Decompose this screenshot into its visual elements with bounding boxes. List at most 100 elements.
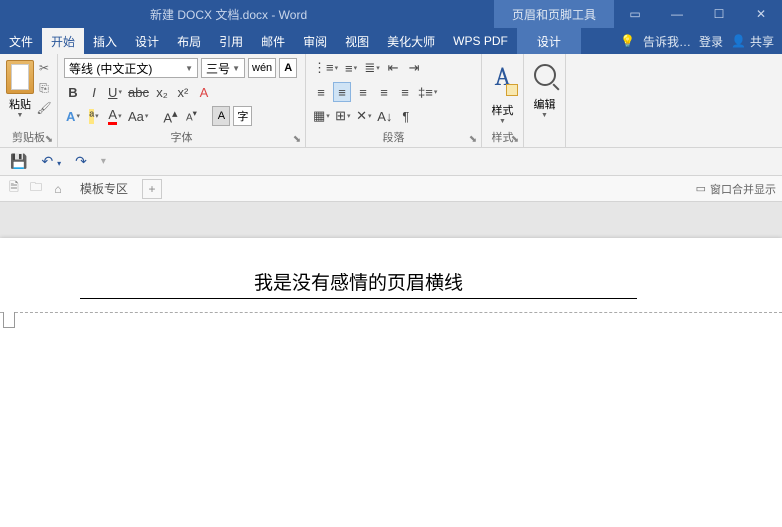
- justify-button[interactable]: ≡: [375, 82, 393, 102]
- header-boundary-line: [0, 312, 782, 313]
- document-canvas: 我是没有感情的页眉横线: [0, 202, 782, 527]
- format-painter-icon[interactable]: 🖌: [36, 100, 52, 116]
- paste-label: 粘贴: [9, 96, 31, 112]
- tell-me-label[interactable]: 告诉我…: [643, 33, 691, 50]
- clipboard-icon: [6, 60, 34, 94]
- undo-icon[interactable]: ↶ ▾: [41, 153, 61, 170]
- subscript-button[interactable]: x₂: [153, 82, 171, 102]
- align-right-button[interactable]: ≡: [354, 82, 372, 102]
- header-text[interactable]: 我是没有感情的页眉横线: [80, 268, 637, 295]
- paste-button[interactable]: 粘贴 ▼: [6, 58, 34, 119]
- increase-indent-button[interactable]: ⇥: [405, 58, 423, 78]
- window-merge-label[interactable]: 窗口合并显示: [710, 181, 776, 197]
- align-center-button[interactable]: ≡: [333, 82, 351, 102]
- menu-beautify[interactable]: 美化大师: [378, 28, 444, 54]
- font-size-value: 三号: [206, 60, 230, 77]
- superscript-button[interactable]: x²: [174, 82, 192, 102]
- styles-icon[interactable]: A: [495, 62, 511, 100]
- share-label: 共享: [750, 33, 774, 50]
- edit-label: 编辑: [534, 96, 556, 112]
- contextual-tools-label: 页眉和页脚工具: [494, 0, 614, 28]
- grow-font-button[interactable]: A▴: [161, 106, 179, 126]
- page[interactable]: 我是没有感情的页眉横线: [0, 238, 782, 527]
- group-clipboard: 粘贴 ▼ ✂ ⎘ 🖌 剪贴板 ⬊: [0, 54, 58, 147]
- text-effects-button[interactable]: A▾: [64, 106, 82, 126]
- quick-access-toolbar: 💾 ↶ ▾ ↷ ▾: [0, 148, 782, 176]
- redo-icon[interactable]: ↷: [75, 153, 87, 170]
- change-case-button[interactable]: Aa▾: [127, 106, 149, 126]
- styles-label: 样式: [492, 102, 514, 118]
- tab-templates[interactable]: 模板专区: [72, 180, 136, 197]
- font-name-combo[interactable]: 等线 (中文正文)▼: [64, 58, 198, 78]
- header-area[interactable]: 我是没有感情的页眉横线: [80, 268, 637, 299]
- bold-button[interactable]: B: [64, 82, 82, 102]
- clipboard-launcher-icon[interactable]: ⬊: [43, 133, 55, 145]
- pinyin-button[interactable]: wén: [248, 58, 276, 78]
- copy-icon[interactable]: ⎘: [36, 80, 52, 96]
- new-tab-button[interactable]: +: [142, 179, 162, 199]
- paragraph-group-label: 段落: [306, 129, 481, 145]
- menu-review[interactable]: 审阅: [294, 28, 336, 54]
- qat-customize-icon[interactable]: ▾: [101, 156, 106, 167]
- group-styles: A 样式 ▼ 样式 ⬊: [482, 54, 524, 147]
- menu-references[interactable]: 引用: [210, 28, 252, 54]
- paragraph-launcher-icon[interactable]: ⬊: [467, 133, 479, 145]
- menu-file[interactable]: 文件: [0, 28, 42, 54]
- menu-mail[interactable]: 邮件: [252, 28, 294, 54]
- menu-layout[interactable]: 布局: [168, 28, 210, 54]
- window-merge-icon[interactable]: ▭: [696, 182, 706, 195]
- group-paragraph: ⋮≡▾ ≡▾ ≣▾ ⇤ ⇥ ≡ ≡ ≡ ≡ ≡ ‡≡▾ ▦▾ ⊞▾ ✕▾ A↓ …: [306, 54, 482, 147]
- shading-button[interactable]: ▦▾: [312, 106, 331, 126]
- char-shading-button[interactable]: A: [212, 106, 230, 126]
- share-icon: 👤: [731, 34, 746, 48]
- folder-icon[interactable]: 🗀: [28, 181, 44, 197]
- show-marks-button[interactable]: ¶: [397, 106, 415, 126]
- font-launcher-icon[interactable]: ⬊: [291, 133, 303, 145]
- menu-insert[interactable]: 插入: [84, 28, 126, 54]
- menu-view[interactable]: 视图: [336, 28, 378, 54]
- italic-button[interactable]: I: [85, 82, 103, 102]
- document-title: 新建 DOCX 文档.docx - Word: [150, 6, 307, 23]
- decrease-indent-button[interactable]: ⇤: [384, 58, 402, 78]
- line-spacing-button[interactable]: ‡≡▾: [417, 82, 438, 102]
- group-font: 等线 (中文正文)▼ 三号▼ wén A B I U▾ abc x₂ x² A …: [58, 54, 306, 147]
- title-bar: 新建 DOCX 文档.docx - Word 页眉和页脚工具 ▭ — ☐ ✕: [0, 0, 782, 28]
- align-left-button[interactable]: ≡: [312, 82, 330, 102]
- home-icon[interactable]: ⌂: [50, 181, 66, 197]
- maximize-icon[interactable]: ☐: [698, 0, 740, 28]
- bullets-button[interactable]: ⋮≡▾: [312, 58, 339, 78]
- strikethrough-button[interactable]: abc: [127, 82, 150, 102]
- login-button[interactable]: 登录: [699, 33, 723, 50]
- highlight-button[interactable]: ª▾: [85, 106, 103, 126]
- ribbon-display-icon[interactable]: ▭: [614, 0, 656, 28]
- header-boundary-tab[interactable]: [3, 312, 15, 328]
- clear-format-button[interactable]: A: [195, 82, 213, 102]
- share-button[interactable]: 👤 共享: [731, 33, 774, 50]
- menu-wpspdf[interactable]: WPS PDF: [444, 28, 517, 54]
- cut-icon[interactable]: ✂: [36, 60, 52, 76]
- menu-context-design[interactable]: 设计: [517, 28, 581, 54]
- shrink-font-button[interactable]: A▾: [182, 106, 200, 126]
- font-group-label: 字体: [58, 129, 305, 145]
- minimize-icon[interactable]: —: [656, 0, 698, 28]
- ribbon: 粘贴 ▼ ✂ ⎘ 🖌 剪贴板 ⬊ 等线 (中文正文)▼ 三号▼ wén A B …: [0, 54, 782, 148]
- font-size-combo[interactable]: 三号▼: [201, 58, 245, 78]
- distributed-button[interactable]: ≡: [396, 82, 414, 102]
- multilevel-button[interactable]: ≣▾: [363, 58, 381, 78]
- asian-layout-button[interactable]: ✕▾: [355, 106, 373, 126]
- character-border-button[interactable]: A: [279, 58, 297, 78]
- find-icon[interactable]: [534, 64, 556, 86]
- menu-design[interactable]: 设计: [126, 28, 168, 54]
- numbering-button[interactable]: ≡▾: [342, 58, 360, 78]
- styles-launcher-icon[interactable]: ⬊: [509, 133, 521, 145]
- sort-button[interactable]: A↓: [376, 106, 394, 126]
- menu-home[interactable]: 开始: [42, 28, 84, 54]
- underline-button[interactable]: U▾: [106, 82, 124, 102]
- close-icon[interactable]: ✕: [740, 0, 782, 28]
- lightbulb-icon[interactable]: 💡: [620, 34, 635, 48]
- save-icon[interactable]: 💾: [10, 153, 27, 170]
- new-doc-icon[interactable]: 🗎: [6, 181, 22, 197]
- borders-button[interactable]: ⊞▾: [334, 106, 352, 126]
- enclose-char-button[interactable]: 字: [233, 106, 252, 126]
- font-color-button[interactable]: A▾: [106, 106, 124, 126]
